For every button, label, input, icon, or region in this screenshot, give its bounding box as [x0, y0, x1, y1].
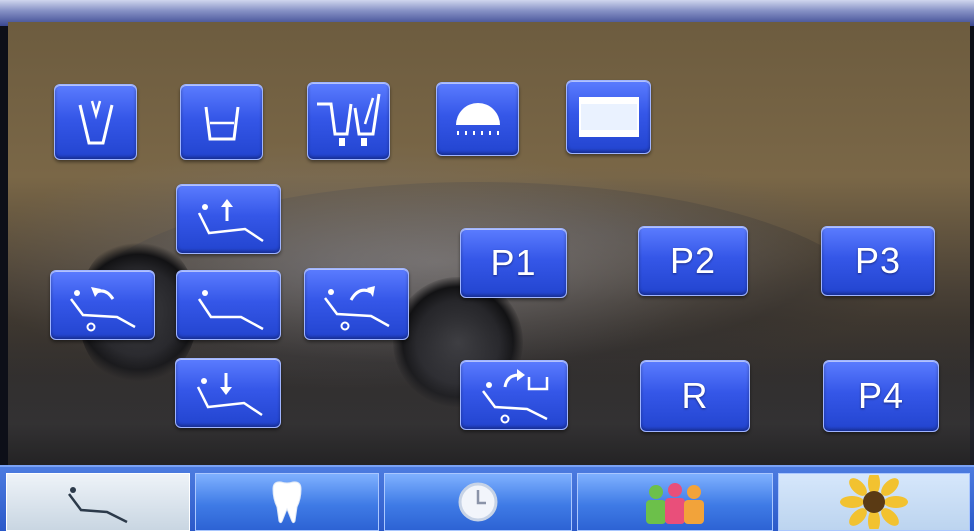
clock-icon	[458, 482, 498, 522]
backrest-tilt-back-button[interactable]	[50, 270, 155, 340]
preset-p1-label: P1	[490, 242, 537, 283]
cup-fill-button[interactable]	[54, 84, 137, 160]
cup-and-bowl-button[interactable]	[307, 82, 390, 160]
cup-fill-icon	[78, 100, 113, 145]
preset-p1-button[interactable]: P1	[460, 228, 567, 298]
chair-icon	[68, 487, 128, 524]
preset-r-button[interactable]: R	[640, 360, 750, 432]
return-to-position-button[interactable]	[460, 360, 568, 430]
chair-neutral-icon	[197, 290, 264, 331]
tooth-icon	[272, 481, 302, 524]
film-viewer-icon	[578, 97, 639, 137]
preset-p2-button[interactable]: P2	[638, 226, 748, 296]
backrest-down-icon	[196, 373, 263, 417]
chair-neutral-button[interactable]	[176, 270, 281, 340]
tab-users[interactable]	[577, 473, 773, 531]
backrest-tilt-forward-button[interactable]	[304, 268, 409, 340]
tab-tooth[interactable]	[195, 473, 379, 531]
return-to-position-icon	[482, 369, 549, 424]
bowl-flush-icon	[204, 106, 239, 141]
preset-p2-label: P2	[669, 240, 717, 281]
bowl-flush-button[interactable]	[180, 84, 263, 160]
backrest-up-icon	[197, 199, 264, 243]
preset-p3-label: P3	[854, 240, 902, 281]
preset-p3-button[interactable]: P3	[821, 226, 935, 296]
preset-p4-button[interactable]: P4	[823, 360, 939, 432]
cup-and-bowl-icon	[316, 93, 380, 146]
backrest-tilt-forward-icon	[323, 286, 390, 331]
operating-light-icon	[455, 103, 500, 135]
backrest-up-button[interactable]	[176, 184, 281, 254]
users-icon	[646, 483, 704, 524]
operating-light-button[interactable]	[436, 82, 519, 156]
film-viewer-button[interactable]	[566, 80, 651, 154]
backrest-tilt-back-icon	[69, 287, 136, 332]
preset-r-label: R	[681, 375, 709, 416]
tab-chair[interactable]	[6, 473, 190, 531]
tab-clock[interactable]	[384, 473, 572, 531]
tab-sunflower[interactable]	[778, 473, 970, 531]
sunflower-icon	[840, 475, 908, 529]
preset-p4-label: P4	[857, 375, 905, 416]
chair-control-screen: P1 P2 P3 R P4	[0, 0, 974, 531]
backrest-down-button[interactable]	[175, 358, 281, 428]
